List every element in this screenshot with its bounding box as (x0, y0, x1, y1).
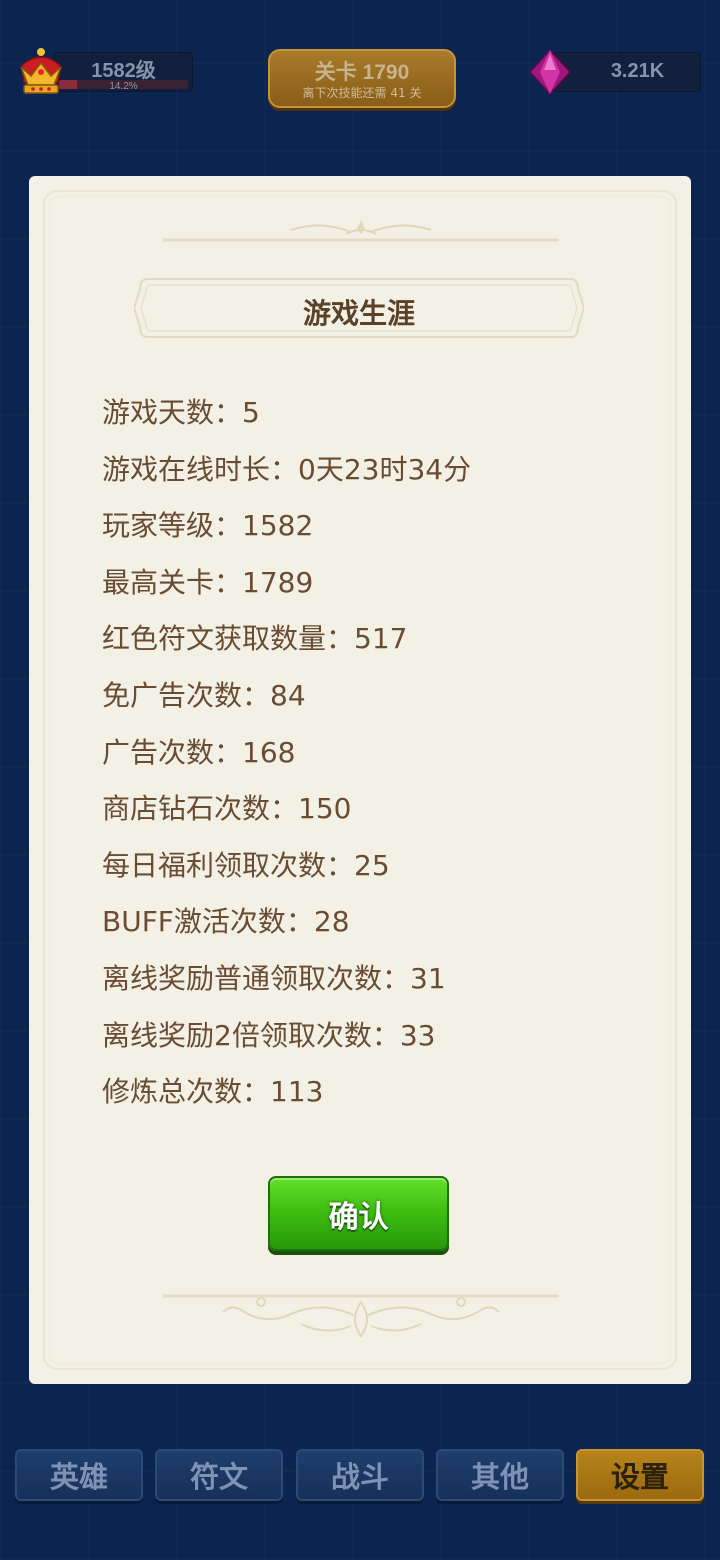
nav-tab-settings[interactable]: 设置 (576, 1449, 704, 1501)
stat-play-days: 游戏天数：5 (102, 396, 260, 429)
stat-offline-normal: 离线奖励普通领取次数：31 (102, 961, 446, 995)
bottom-nav: 英雄 符文 战斗 其他 设置 (15, 1449, 705, 1504)
stat-ad-free-count: 免广告次数：84 (102, 678, 306, 712)
player-level-panel[interactable]: 1582级 14.2% (55, 53, 192, 92)
gem-count: 3.21K (610, 60, 665, 82)
nav-tab-battle[interactable]: 战斗 (296, 1449, 424, 1501)
nav-tab-hero[interactable]: 英雄 (15, 1449, 143, 1501)
level-progress-label: 14.2% (109, 81, 138, 92)
top-ornament-icon (163, 220, 559, 242)
crown-icon (20, 48, 62, 94)
stat-buff-activations: BUFF激活次数：28 (102, 905, 350, 939)
bottom-ornament-icon (163, 1294, 559, 1338)
dialog-title-wrap: 游戏生涯 (134, 277, 584, 339)
player-level-label: 1582级 (91, 60, 156, 82)
nav-tab-other[interactable]: 其他 (436, 1449, 564, 1501)
stat-offline-double: 离线奖励2倍领取次数：33 (102, 1018, 436, 1052)
stage-badge[interactable]: 关卡 1790 离下次技能还需 41 关 (268, 49, 456, 108)
stat-shop-diamonds: 商店钻石次数：150 (102, 792, 352, 826)
nav-tab-rune[interactable]: 符文 (155, 1449, 283, 1501)
career-stats-list: 游戏天数：5 游戏在线时长：0天23时34分 玩家等级：1582 最高关卡：17… (102, 385, 471, 1121)
stat-daily-welfare: 每日福利领取次数：25 (102, 848, 390, 882)
stat-ad-count: 广告次数：168 (102, 735, 296, 769)
stage-next-skill-hint: 离下次技能还需 41 关 (302, 86, 422, 100)
game-career-dialog: 游戏生涯 游戏天数：5 游戏在线时长：0天23时34分 玩家等级：1582 最高… (29, 176, 691, 1384)
stat-highest-stage: 最高关卡：1789 (102, 565, 314, 599)
dialog-title: 游戏生涯 (302, 297, 415, 330)
stat-red-runes: 红色符文获取数量：517 (102, 622, 408, 656)
gem-icon (528, 48, 572, 96)
stat-training-total: 修炼总次数：113 (102, 1075, 324, 1109)
stat-player-level: 玩家等级：1582 (102, 509, 314, 543)
gem-counter-panel[interactable]: 3.21K (555, 53, 700, 91)
stat-online-duration: 游戏在线时长：0天23时34分 (102, 452, 472, 486)
confirm-button[interactable]: 确认 (268, 1176, 449, 1251)
stage-title: 关卡 1790 (314, 61, 410, 84)
